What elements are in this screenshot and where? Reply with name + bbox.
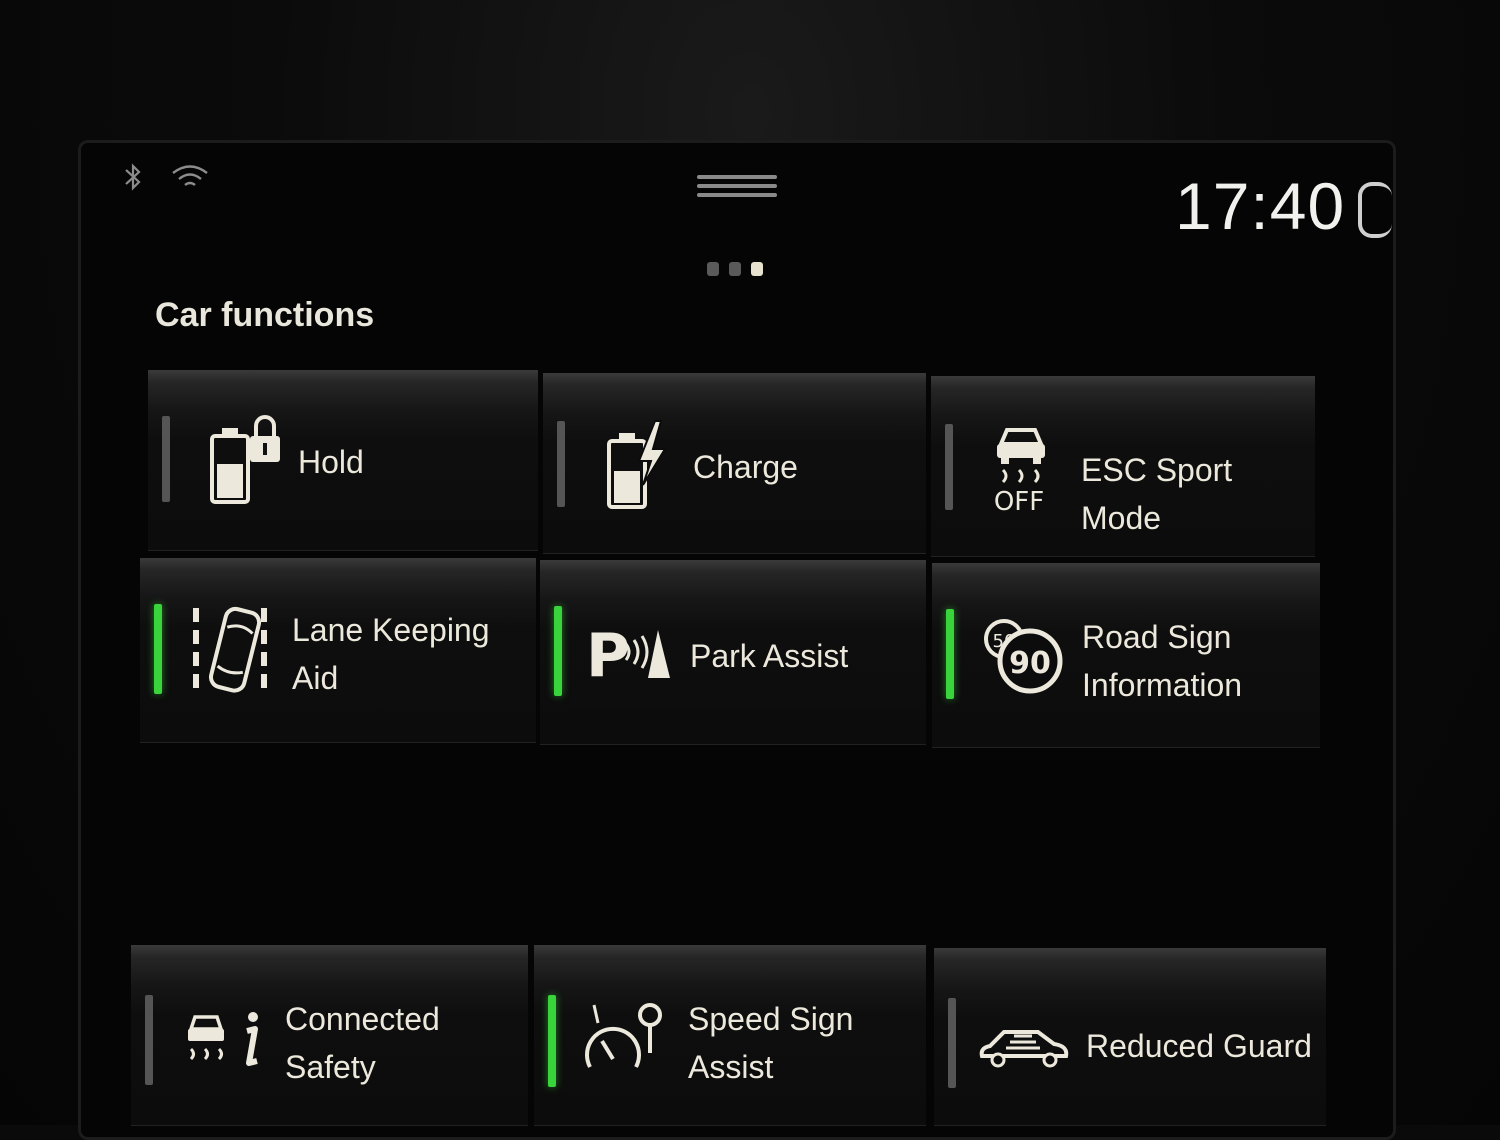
status-indicator [548,995,556,1087]
reduced-guard-icon [976,1022,1072,1068]
status-indicator [145,995,153,1085]
page-indicator [707,262,763,276]
speed-sign-assist-icon [584,1001,668,1081]
road-sign-text: 90 [1009,646,1051,681]
tile-road-sign-information[interactable]: 50 90 Road Sign Information [932,563,1320,748]
tile-connected-safety[interactable]: Connected Safety [131,945,528,1126]
bluetooth-icon [122,162,144,192]
page-dot [729,262,741,276]
tile-hold[interactable]: Hold [148,370,538,551]
battery-lock-icon [206,412,286,508]
status-indicator [946,609,954,699]
tile-label: Reduced Guard [1086,1028,1312,1064]
tile-label: Hold [298,444,364,480]
tile-speed-sign-assist[interactable]: Speed Sign Assist [534,945,926,1126]
status-indicator [162,416,170,502]
tile-label: Park Assist [690,638,849,674]
status-indicator [557,421,565,507]
page-dot-active [751,262,763,276]
pull-down-handle[interactable] [697,175,777,202]
tile-label: Road Sign Information [1082,619,1243,703]
status-indicator [554,606,562,696]
tile-lane-keeping-aid[interactable]: Lane Keeping Aid [140,558,536,743]
lane-keeping-icon [188,604,274,696]
status-indicator [945,424,953,510]
connected-safety-icon [183,1011,263,1071]
status-indicator [948,998,956,1088]
clock: 17:40 [1175,169,1346,243]
status-icons [122,162,210,192]
tile-label: Charge [693,449,798,485]
profile-icon[interactable] [1358,182,1392,238]
esc-off-text: OFF [994,487,1044,514]
section-title: Car functions [155,296,375,334]
status-indicator [154,604,162,694]
road-sign-icon: 50 90 [982,617,1066,695]
tile-label: Connected Safety [285,1001,440,1085]
esc-off-icon: OFF [989,422,1055,514]
park-p-text: P [586,622,630,682]
park-assist-icon: P [586,622,678,682]
tile-park-assist[interactable]: P Park Assist [540,560,926,745]
tile-esc-sport-mode[interactable]: OFF ESC Sport Mode [931,376,1315,557]
tile-label: Speed Sign Assist [688,1001,854,1085]
tile-label: ESC Sport Mode [1081,452,1233,536]
tile-charge[interactable]: Charge [543,373,926,554]
battery-charge-icon [605,419,671,511]
tile-label: Lane Keeping Aid [292,612,490,696]
wifi-icon [170,162,210,192]
tile-reduced-guard[interactable]: Reduced Guard [934,948,1326,1126]
page-dot [707,262,719,276]
